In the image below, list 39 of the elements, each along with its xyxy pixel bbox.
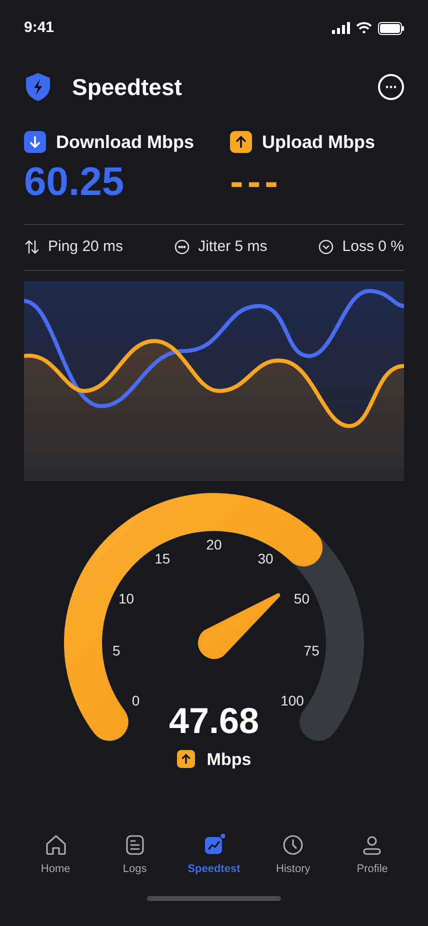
gauge-tick-label: 30 — [258, 550, 274, 569]
shield-icon — [24, 72, 52, 102]
result-label: Download Mbps — [56, 130, 194, 154]
app-title: Speedtest — [72, 73, 182, 102]
wifi-icon — [356, 22, 372, 34]
gauge-tick-label: 50 — [294, 589, 310, 608]
more-icon — [385, 85, 397, 90]
gauge-tick-label: 15 — [154, 550, 170, 569]
stat-text: Jitter 5 ms — [198, 236, 268, 257]
battery-icon — [378, 22, 404, 34]
gauge-tick-label: 0 — [132, 692, 140, 711]
home-icon — [44, 832, 68, 856]
speed-reading: 47.68 — [168, 698, 260, 742]
nav-tab[interactable]: Home — [24, 832, 88, 877]
gauge-tick-label: 10 — [118, 589, 134, 608]
gauge-tick-label: 75 — [304, 642, 320, 661]
nav-tab[interactable]: Logs — [102, 832, 167, 877]
nav-tab[interactable]: History — [261, 832, 326, 877]
chevron-circle-icon — [318, 239, 334, 255]
upload-icon — [230, 131, 252, 153]
status-time: 9:41 — [24, 18, 54, 38]
arrows-icon — [24, 239, 40, 255]
more-button[interactable] — [378, 74, 404, 100]
nav-tab[interactable]: Speedtest — [182, 832, 246, 877]
stat-text: Loss 0 % — [342, 236, 404, 257]
upload-icon — [176, 750, 195, 768]
stat-text: Ping 20 ms — [48, 236, 124, 257]
clock-icon — [281, 832, 306, 856]
gauge-tick-label: 100 — [280, 692, 304, 711]
gauge-tick-label: 20 — [206, 535, 222, 554]
download-icon — [24, 131, 46, 153]
result-value: --- — [230, 158, 283, 206]
nav-tab[interactable]: Profile — [340, 832, 404, 877]
gauge-tick-label: 5 — [112, 642, 120, 661]
result-label: Upload Mbps — [262, 130, 375, 154]
result-value: 60.25 — [24, 158, 126, 206]
speed-unit: Mbps — [206, 748, 252, 770]
dots-circle-icon — [174, 239, 190, 255]
signal-icon — [332, 22, 350, 34]
